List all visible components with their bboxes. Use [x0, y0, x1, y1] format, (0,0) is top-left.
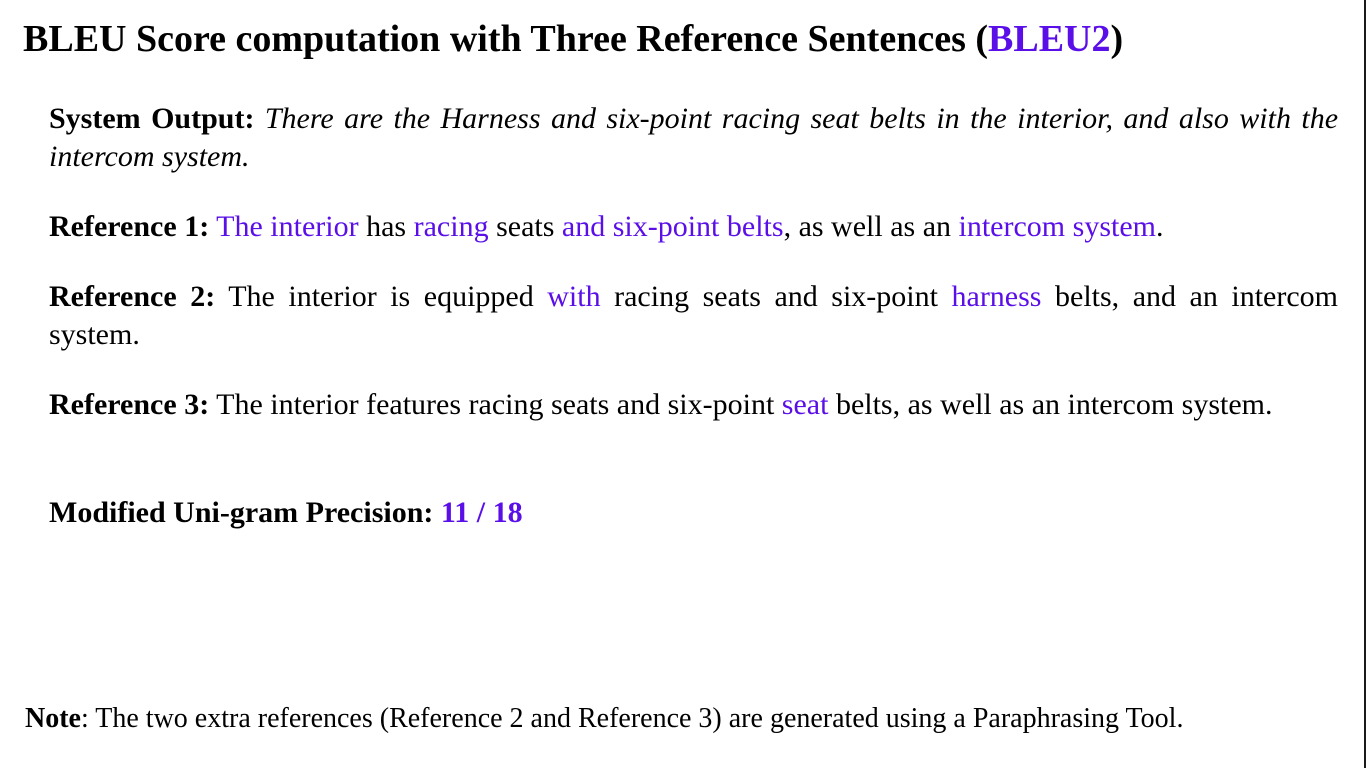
reference-2-label: Reference 2: — [49, 280, 216, 313]
title-prefix: BLEU Score computation with Three Refere… — [23, 18, 989, 60]
matched-ngram-text: harness — [951, 280, 1042, 313]
reference-text-segment: . — [1155, 210, 1164, 243]
reference-2-paragraph: Reference 2: The interior is equipped wi… — [49, 278, 1338, 354]
page-title: BLEU Score computation with Three Refere… — [23, 16, 1123, 62]
reference-text-segment: , as well as an — [783, 210, 959, 243]
reference-text-segment: seats — [488, 210, 562, 243]
system-output-label: System Output: — [49, 102, 255, 135]
reference-text-segment: The interior is equipped — [228, 280, 548, 313]
reference-text-segment: has — [358, 210, 414, 243]
matched-ngram-text: seat — [781, 388, 829, 421]
reference-1-paragraph: Reference 1: The interior has racing sea… — [49, 208, 1338, 246]
reference-3-text: The interior features racing seats and s… — [216, 388, 1272, 421]
reference-text-segment: The interior features racing seats and s… — [216, 388, 782, 421]
reference-1-text: The interior has racing seats and six-po… — [216, 210, 1163, 243]
note-label: Note — [25, 703, 81, 734]
title-highlight: BLEU2 — [988, 18, 1111, 60]
matched-ngram-text: with — [547, 280, 601, 313]
precision-value: 11 / 18 — [440, 496, 523, 529]
note-text: : The two extra references (Reference 2 … — [80, 703, 1184, 734]
reference-3-label: Reference 3: — [49, 388, 210, 421]
reference-2-text: The interior is equipped with racing sea… — [49, 280, 1338, 351]
system-output-paragraph: System Output: There are the Harness and… — [49, 100, 1338, 176]
reference-text-segment: belts, as well as an intercom system. — [828, 388, 1273, 421]
reference-1-label: Reference 1: — [49, 210, 210, 243]
matched-ngram-text: intercom system — [958, 210, 1156, 243]
note-paragraph: Note: The two extra references (Referenc… — [25, 700, 1183, 738]
matched-ngram-text: The interior — [216, 210, 359, 243]
title-suffix: ) — [1110, 18, 1124, 60]
reference-text-segment: racing seats and six-point — [600, 280, 952, 313]
matched-ngram-text: racing — [413, 210, 489, 243]
precision-label: Modified Uni-gram Precision: — [49, 496, 434, 529]
matched-ngram-text: and six-point belts — [561, 210, 784, 243]
reference-3-paragraph: Reference 3: The interior features racin… — [49, 386, 1338, 424]
precision-paragraph: Modified Uni-gram Precision: 11 / 18 — [49, 494, 1338, 532]
